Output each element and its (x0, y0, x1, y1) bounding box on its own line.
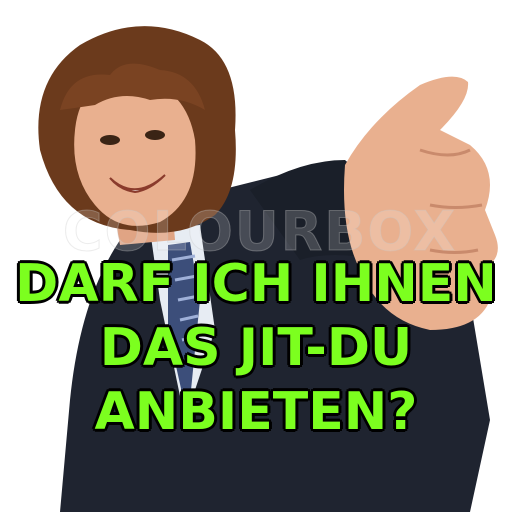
caption-line-1: DARF ICH IHNEN (14, 253, 498, 315)
left-eye (100, 135, 120, 145)
meme-caption: DARF ICH IHNEN DAS JIT-DU ANBIETEN? (0, 252, 512, 444)
meme-image: COLOURBOX DARF ICH IHNEN DAS JIT-DU ANBI… (0, 0, 512, 512)
caption-line-2: DAS JIT-DU (99, 317, 413, 379)
right-eye (145, 130, 165, 140)
caption-line-3: ANBIETEN? (94, 381, 419, 443)
